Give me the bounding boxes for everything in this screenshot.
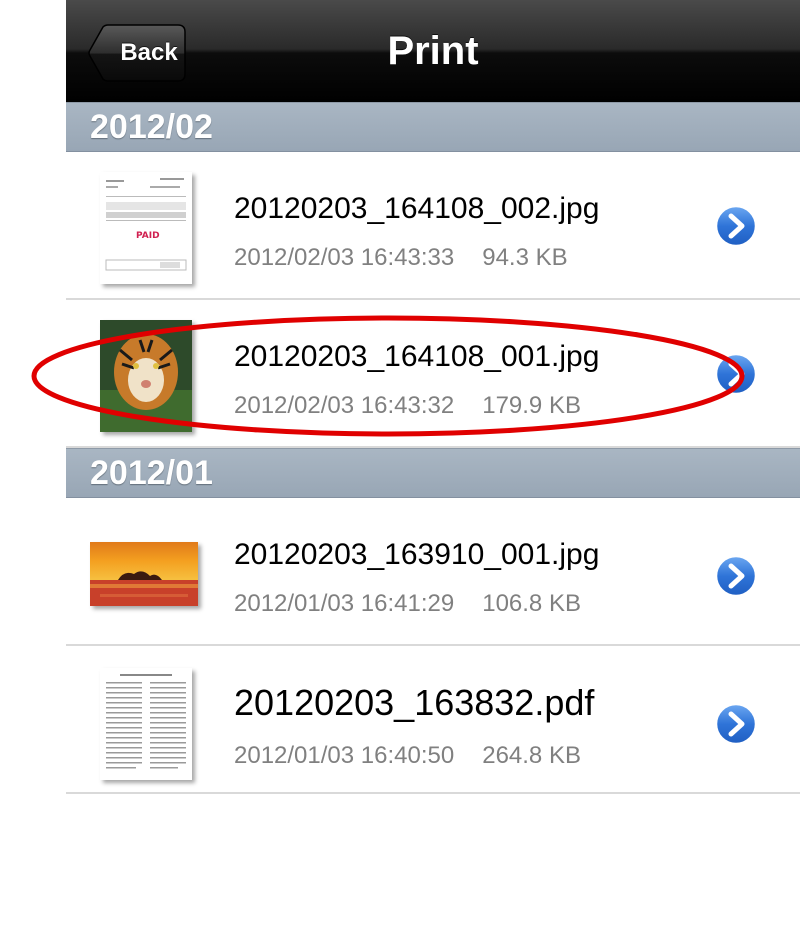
file-meta: 2012/01/03 16:41:29 106.8 KB <box>234 590 581 618</box>
tiger-photo-image <box>100 320 192 432</box>
file-date: 2012/01/03 16:40:50 <box>234 742 455 769</box>
chevron-right-circle-icon[interactable] <box>714 702 758 746</box>
file-row[interactable]: 20120203_163910_001.jpg 2012/01/03 16:41… <box>66 498 800 646</box>
file-date: 2012/01/03 16:41:29 <box>234 590 455 617</box>
section-header-2012-01: 2012/01 <box>66 448 800 498</box>
file-meta: 2012/02/03 16:43:32 179.9 KB <box>234 392 581 420</box>
file-size: 179.9 KB <box>482 392 581 419</box>
file-row[interactable]: PAID 20120203_164108_002.jpg 2012/02/03 … <box>66 152 800 300</box>
file-name: 20120203_163832.pdf <box>234 682 595 723</box>
file-date: 2012/02/03 16:43:32 <box>234 392 455 419</box>
empty-list-area <box>66 794 800 943</box>
document-scan-thumbnail: PAID <box>100 172 192 284</box>
svg-text:PAID: PAID <box>136 231 160 241</box>
pdf-page-image <box>100 668 192 780</box>
chevron-right-circle-icon[interactable] <box>714 352 758 396</box>
file-row[interactable]: 20120203_164108_001.jpg 2012/02/03 16:43… <box>66 300 800 448</box>
section-header-label: 2012/02 <box>90 108 213 146</box>
back-button[interactable]: Back <box>88 24 186 82</box>
section-header-label: 2012/01 <box>90 454 213 492</box>
chevron-right-circle-icon[interactable] <box>714 554 758 598</box>
section-header-2012-02: 2012/02 <box>66 102 800 152</box>
file-meta: 2012/02/03 16:43:33 94.3 KB <box>234 244 568 272</box>
back-button-label: Back <box>120 39 178 66</box>
tiger-photo-thumbnail <box>100 320 192 432</box>
pdf-page-thumbnail <box>100 668 192 780</box>
file-size: 264.8 KB <box>482 742 581 769</box>
sunset-photo-thumbnail <box>90 542 198 606</box>
file-name: 20120203_164108_002.jpg <box>234 192 600 225</box>
document-scan-image: PAID <box>100 172 192 284</box>
file-name: 20120203_164108_001.jpg <box>234 340 600 373</box>
file-size: 94.3 KB <box>482 244 568 271</box>
navigation-bar: Back Print <box>66 0 800 103</box>
chevron-right-circle-icon[interactable] <box>714 204 758 248</box>
file-meta: 2012/01/03 16:40:50 264.8 KB <box>234 742 581 770</box>
file-name: 20120203_163910_001.jpg <box>234 538 600 571</box>
file-row[interactable]: 20120203_163832.pdf 2012/01/03 16:40:50 2… <box>66 646 800 794</box>
file-size: 106.8 KB <box>482 590 581 617</box>
print-screen: Back Print 2012/02 PAID 20120203_164108_… <box>66 0 800 943</box>
sunset-photo-image <box>90 542 198 606</box>
file-date: 2012/02/03 16:43:33 <box>234 244 455 271</box>
